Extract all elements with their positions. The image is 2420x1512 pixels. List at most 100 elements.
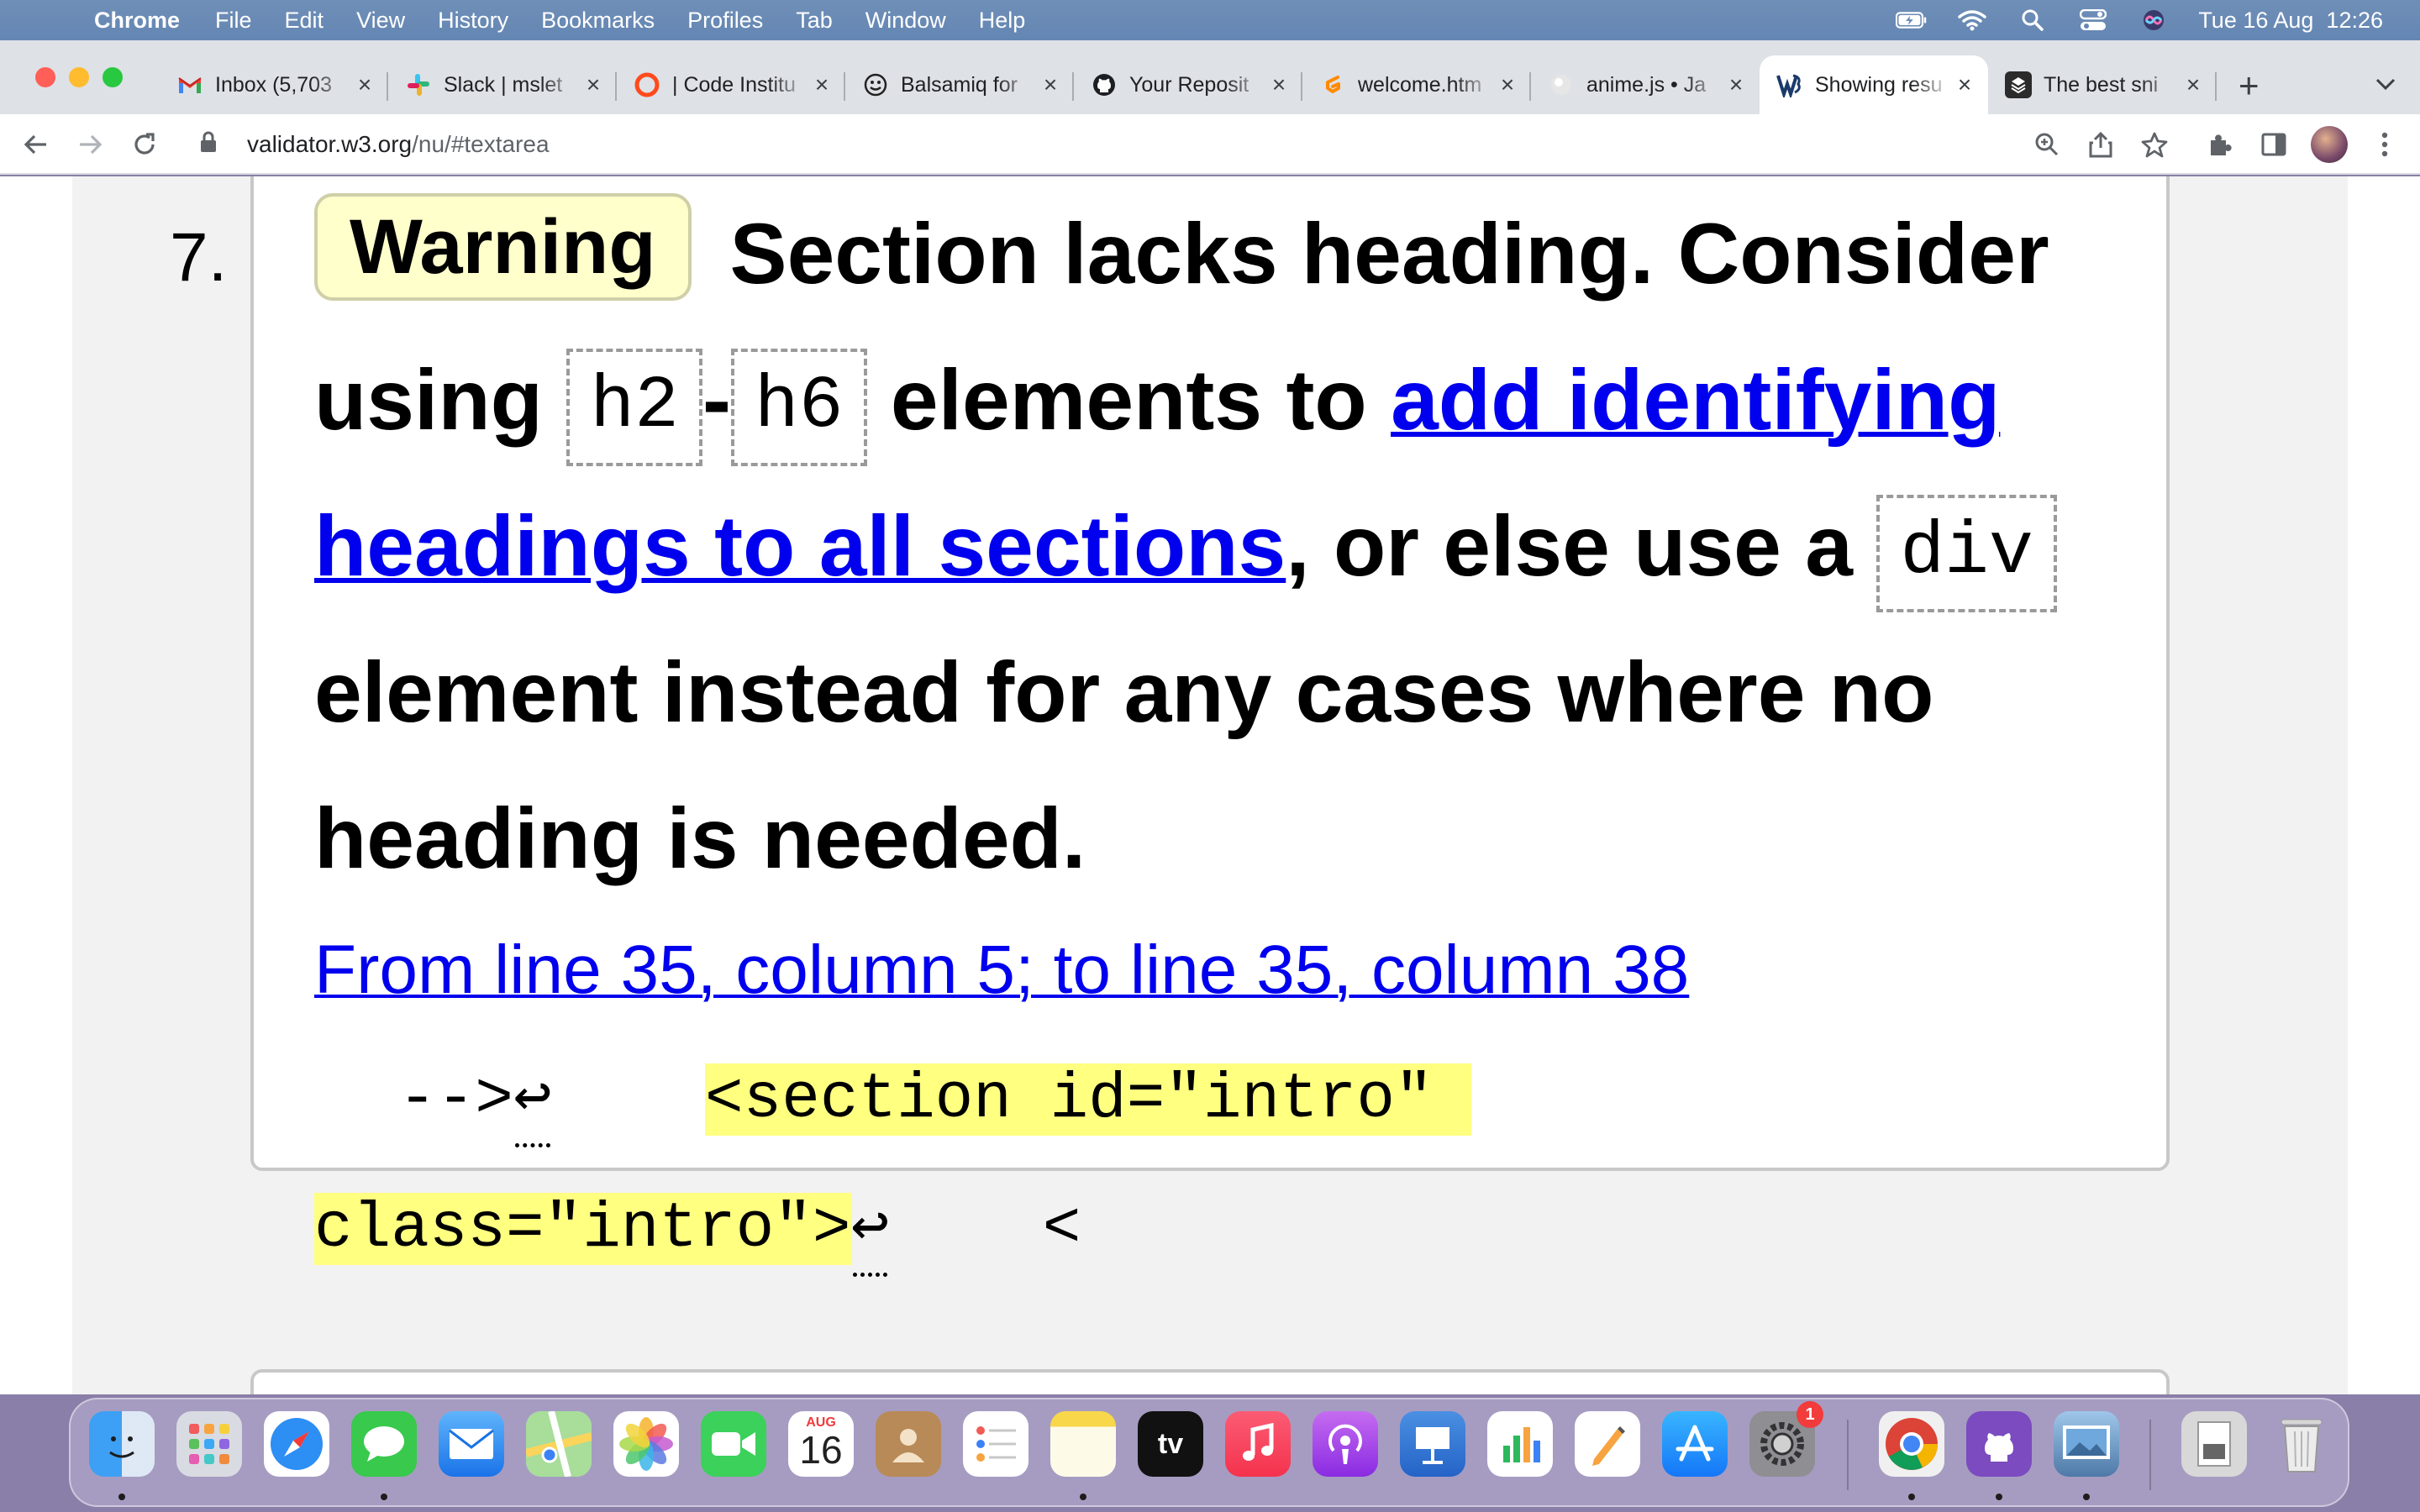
- tab-animejs[interactable]: anime.js • Ja ×: [1531, 55, 1760, 114]
- menu-app-name[interactable]: Chrome: [94, 8, 180, 34]
- lock-icon[interactable]: [200, 131, 225, 159]
- menu-view[interactable]: View: [356, 8, 405, 34]
- battery-charging-icon[interactable]: [1896, 8, 1928, 33]
- tab-slack[interactable]: Slack | mslet ×: [388, 55, 617, 114]
- gmail-icon: [176, 71, 203, 98]
- running-indicator: [1908, 1494, 1915, 1500]
- tab-title: Inbox (5,703: [215, 72, 332, 97]
- system-preferences-icon[interactable]: 1: [1749, 1401, 1823, 1477]
- code-tag-h6: h6: [730, 349, 867, 466]
- profile-avatar[interactable]: [2311, 126, 2348, 163]
- tab-close-icon[interactable]: ×: [1496, 71, 1519, 98]
- tab-search-chevron-icon[interactable]: [2375, 71, 2396, 97]
- share-icon[interactable]: [2082, 126, 2119, 163]
- control-center-icon[interactable]: [2077, 8, 2109, 33]
- slack-icon: [405, 71, 432, 98]
- music-icon[interactable]: [1225, 1411, 1291, 1477]
- window-minimize-button[interactable]: [69, 67, 89, 87]
- menu-file[interactable]: File: [215, 8, 252, 34]
- spotlight-search-icon[interactable]: [2017, 8, 2049, 33]
- menu-bookmarks[interactable]: Bookmarks: [541, 8, 655, 34]
- pages-icon[interactable]: [1575, 1411, 1640, 1477]
- code-tag-h2: h2: [566, 349, 702, 466]
- gitpod-icon: [1319, 71, 1346, 98]
- tab-title: Slack | mslet: [444, 72, 563, 97]
- menu-help[interactable]: Help: [979, 8, 1026, 34]
- keynote-icon[interactable]: [1400, 1411, 1465, 1477]
- safari-icon[interactable]: [264, 1411, 329, 1477]
- chrome-menu-kebab-icon[interactable]: [2366, 126, 2403, 163]
- window-close-button[interactable]: [35, 67, 55, 87]
- menu-history[interactable]: History: [438, 8, 508, 34]
- tab-snippets[interactable]: The best sni ×: [1988, 55, 2217, 114]
- apple-tv-label: tv: [1157, 1427, 1184, 1460]
- running-indicator: [118, 1494, 125, 1500]
- notes-icon[interactable]: [1050, 1411, 1116, 1477]
- tab-title: | Code Institu: [672, 72, 796, 97]
- extract-text: <: [1042, 1193, 1081, 1265]
- maps-icon[interactable]: [526, 1411, 592, 1477]
- menu-tab[interactable]: Tab: [796, 8, 833, 34]
- forward-arrow-icon[interactable]: [72, 126, 109, 163]
- preview-icon[interactable]: [2054, 1411, 2119, 1477]
- chrome-icon[interactable]: [1879, 1411, 1944, 1477]
- code-tag-div: div: [1876, 495, 2057, 612]
- tab-balsamiq[interactable]: Balsamiq for ×: [845, 55, 1074, 114]
- extensions-puzzle-icon[interactable]: [2202, 126, 2238, 163]
- photos-icon[interactable]: [613, 1411, 679, 1477]
- tab-code-institute[interactable]: | Code Institu ×: [617, 55, 845, 114]
- tab-w3c-validator-results[interactable]: Showing resu ×: [1760, 55, 1988, 114]
- tab-gitpod-welcome[interactable]: welcome.htm ×: [1302, 55, 1531, 114]
- reminders-icon[interactable]: [963, 1411, 1028, 1477]
- tab-title: The best sni: [2044, 72, 2159, 97]
- address-bar[interactable]: validator.w3.org/nu/#textarea: [176, 121, 1958, 168]
- github-desktop-icon[interactable]: [1966, 1411, 2032, 1477]
- menu-window[interactable]: Window: [865, 8, 946, 34]
- tab-gmail-inbox[interactable]: Inbox (5,703 ×: [160, 55, 388, 114]
- trash-icon[interactable]: [2269, 1411, 2334, 1477]
- tab-title: Showing resu: [1815, 72, 1943, 97]
- bookmark-star-icon[interactable]: [2136, 126, 2173, 163]
- window-zoom-button[interactable]: [103, 67, 123, 87]
- back-arrow-icon[interactable]: [17, 126, 54, 163]
- tab-title: anime.js • Ja: [1586, 72, 1707, 97]
- launchpad-icon[interactable]: [176, 1411, 242, 1477]
- menu-profiles[interactable]: Profiles: [687, 8, 763, 34]
- app-store-icon[interactable]: [1662, 1411, 1728, 1477]
- line-feed-symbol: ↩: [513, 1060, 552, 1147]
- tab-close-icon[interactable]: ×: [1267, 71, 1291, 98]
- messages-icon[interactable]: [351, 1411, 417, 1477]
- tab-close-icon[interactable]: ×: [353, 71, 376, 98]
- numbers-icon[interactable]: [1487, 1411, 1553, 1477]
- calendar-icon[interactable]: AUG 16: [788, 1411, 854, 1477]
- side-panel-icon[interactable]: [2255, 126, 2292, 163]
- apple-tv-icon[interactable]: tv: [1138, 1411, 1203, 1477]
- tab-close-icon[interactable]: ×: [581, 71, 605, 98]
- podcasts-icon[interactable]: [1313, 1411, 1378, 1477]
- reload-icon[interactable]: [126, 126, 163, 163]
- balsamiq-icon: [862, 71, 889, 98]
- new-tab-plus-icon[interactable]: +: [2238, 66, 2260, 106]
- extract-highlight: class="intro">: [314, 1193, 851, 1265]
- tab-github-repositories[interactable]: Your Reposit ×: [1074, 55, 1302, 114]
- code-institute-icon: [634, 71, 660, 98]
- mail-icon[interactable]: [439, 1411, 504, 1477]
- tab-close-icon[interactable]: ×: [2181, 71, 2205, 98]
- downloads-stack-icon[interactable]: [2181, 1411, 2247, 1477]
- menu-bar-status-area: Tue 16 Aug 12:26: [1896, 0, 2383, 40]
- menu-bar-clock[interactable]: Tue 16 Aug 12:26: [2198, 8, 2383, 34]
- tab-close-icon[interactable]: ×: [1724, 71, 1748, 98]
- tab-close-icon[interactable]: ×: [1953, 71, 1976, 98]
- finder-icon[interactable]: [89, 1411, 155, 1477]
- zoom-icon[interactable]: [2028, 126, 2065, 163]
- siri-icon[interactable]: [2138, 8, 2170, 33]
- menu-edit[interactable]: Edit: [285, 8, 324, 34]
- warning-message-text: Warning Section lacks heading. Consider u…: [314, 181, 2062, 911]
- page-viewport[interactable]: 7. Warning Section lacks heading. Conside…: [0, 176, 2420, 1394]
- tab-close-icon[interactable]: ×: [810, 71, 834, 98]
- facetime-icon[interactable]: [701, 1411, 766, 1477]
- source-location-link[interactable]: From line 35, column 5; to line 35, colu…: [314, 931, 1689, 1010]
- tab-close-icon[interactable]: ×: [1039, 71, 1062, 98]
- contacts-icon[interactable]: [876, 1411, 941, 1477]
- wifi-icon[interactable]: [1956, 8, 1988, 33]
